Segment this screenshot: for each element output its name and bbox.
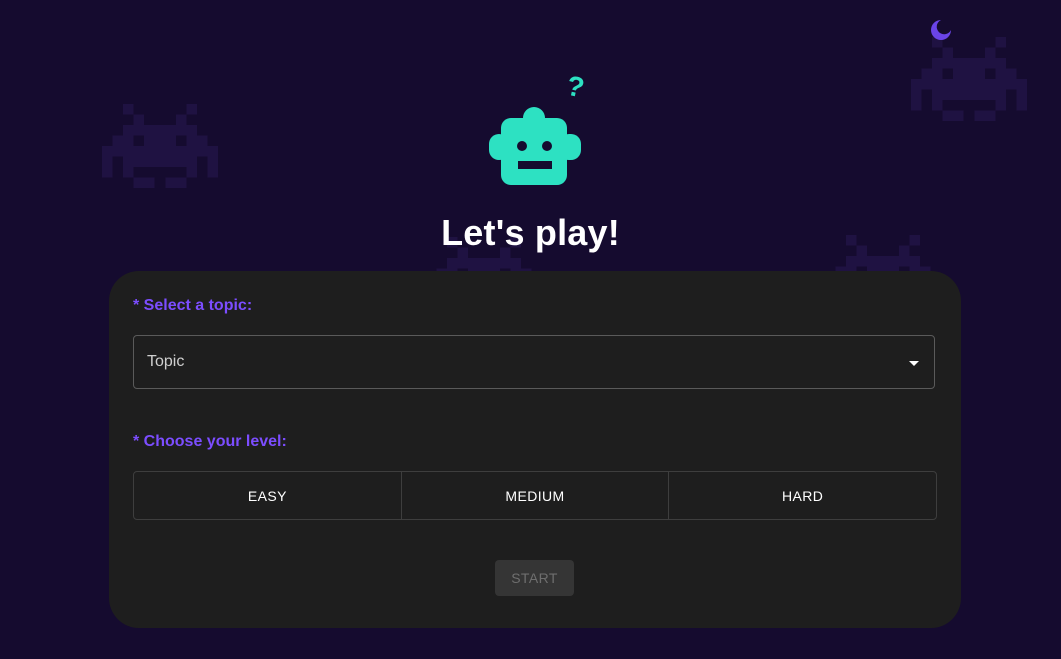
space-invader-icon [102,103,218,189]
page-title: Let's play! [441,212,620,253]
level-toggle-group: EASY MEDIUM HARD [133,471,937,520]
theme-toggle-button[interactable] [928,17,954,43]
level-label: * Choose your level: [133,433,287,450]
topic-select[interactable]: Topic [133,335,935,389]
page: ? Let's play! * Select a topic: Topic * … [0,0,1061,659]
robot-icon: ? [489,70,587,185]
level-medium-button[interactable]: MEDIUM [400,472,669,519]
space-invader-icon [911,36,1027,122]
level-hard-button[interactable]: HARD [668,472,936,519]
quiz-setup-card: * Select a topic: Topic * Choose your le… [109,271,961,628]
caret-down-icon [909,361,919,366]
topic-select-placeholder: Topic [147,353,185,370]
question-mark-icon: ? [564,70,587,104]
topic-label: * Select a topic: [133,297,253,314]
level-easy-button[interactable]: EASY [134,472,401,519]
moon-icon [931,20,951,40]
start-button[interactable]: START [495,560,574,596]
